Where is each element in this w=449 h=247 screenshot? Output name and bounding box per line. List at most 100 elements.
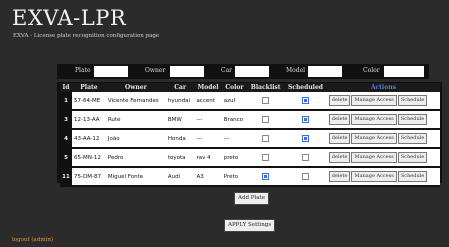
filter-color-input[interactable] — [384, 66, 424, 77]
column-header-car: Car — [165, 83, 195, 92]
row-car: BMW — [165, 110, 195, 130]
row-actions: delete Manage Access Schedule — [326, 92, 440, 111]
row-scheduled-cell — [284, 92, 327, 111]
column-header-model: Model — [194, 83, 222, 92]
filter-model-label: Model — [286, 67, 306, 74]
filter-model-input[interactable] — [308, 66, 342, 77]
scheduled-checkbox[interactable] — [301, 116, 309, 123]
row-color: --- — [221, 129, 248, 149]
app-title: EXVA-LPR — [12, 6, 127, 30]
filter-plate-input[interactable] — [94, 66, 128, 77]
column-header-color: Color — [221, 83, 248, 92]
column-header-plate: Plate — [72, 83, 106, 92]
row-id: 11 — [60, 167, 72, 187]
row-actions: delete Manage Access Schedule — [326, 167, 440, 187]
row-plate: 65-MN-12 — [72, 148, 106, 168]
row-scheduled-cell — [284, 148, 327, 168]
row-actions: delete Manage Access Schedule — [326, 129, 440, 149]
row-car: Audi — [165, 167, 195, 187]
blacklist-checkbox[interactable] — [262, 116, 270, 123]
column-header-actions: Actions — [326, 83, 440, 92]
schedule-button[interactable]: Schedule — [397, 95, 428, 106]
row-id: 5 — [60, 148, 72, 168]
row-blacklist-cell — [247, 148, 285, 168]
table-row: 4 43-AA-12 João Honda --- --- delete Manage Acc… — [60, 129, 440, 149]
column-header-owner: Owner — [105, 83, 166, 92]
row-color: azul — [221, 92, 248, 111]
manage-access-button[interactable]: Manage Access — [351, 133, 397, 144]
row-owner: João — [105, 129, 166, 149]
row-color: preto — [221, 148, 248, 168]
filter-car-label: Car — [221, 67, 233, 74]
scheduled-checkbox[interactable] — [301, 154, 309, 161]
column-header-id: Id — [60, 83, 72, 92]
blacklist-checkbox[interactable] — [262, 173, 270, 180]
row-scheduled-cell — [284, 110, 327, 130]
filter-plate-label: Plate — [75, 67, 91, 74]
row-blacklist-cell — [247, 167, 285, 187]
row-car: toyota — [165, 148, 195, 168]
filter-car-input[interactable] — [235, 66, 269, 77]
row-car: hyundai — [165, 92, 195, 111]
schedule-button[interactable]: Schedule — [397, 133, 428, 144]
column-header-scheduled: Scheduled — [284, 83, 327, 92]
apply-settings-button[interactable]: APPLY Settings — [224, 219, 276, 232]
plates-table-container: Id Plate Owner Car Model Color Blacklist… — [57, 82, 442, 187]
schedule-button[interactable]: Schedule — [397, 114, 428, 125]
filter-owner-input[interactable] — [170, 66, 204, 77]
delete-button[interactable]: delete — [328, 95, 351, 106]
delete-button[interactable]: delete — [328, 152, 351, 163]
row-actions: delete Manage Access Schedule — [326, 110, 440, 130]
row-blacklist-cell — [247, 110, 285, 130]
add-plate-button[interactable]: Add Plate — [234, 192, 269, 205]
table-row: 3 12-13-AA Rute BMW --- Branco delete Manage Ac… — [60, 110, 440, 130]
blacklist-checkbox[interactable] — [262, 97, 270, 104]
blacklist-checkbox[interactable] — [262, 135, 270, 142]
row-plate: 43-AA-12 — [72, 129, 106, 149]
row-color: Preto — [221, 167, 248, 187]
row-id: 3 — [60, 110, 72, 130]
app-subtitle: EXVA - License plate recognition configu… — [13, 33, 160, 39]
row-scheduled-cell — [284, 167, 327, 187]
logout-link[interactable]: logout (admin) — [12, 237, 53, 243]
row-blacklist-cell — [247, 129, 285, 149]
row-owner: Miguel Fonte — [105, 167, 166, 187]
manage-access-button[interactable]: Manage Access — [351, 114, 397, 125]
row-model: --- — [194, 129, 222, 149]
row-scheduled-cell — [284, 129, 327, 149]
row-model: A3 — [194, 167, 222, 187]
filter-color-label: Color — [363, 67, 380, 74]
manage-access-button[interactable]: Manage Access — [351, 171, 397, 182]
schedule-button[interactable]: Schedule — [397, 152, 428, 163]
row-id: 4 — [60, 129, 72, 149]
scheduled-checkbox[interactable] — [301, 97, 309, 104]
row-plate: 75-DM-87 — [72, 167, 106, 187]
scheduled-checkbox[interactable] — [301, 135, 309, 142]
row-owner: Vicente Fernandes — [105, 92, 166, 111]
row-car: Honda — [165, 129, 195, 149]
row-plate: 57-64-ME — [72, 92, 106, 111]
row-color: Branco — [221, 110, 248, 130]
row-owner: Pedro — [105, 148, 166, 168]
table-row: 1 57-64-ME Vicente Fernandes hyundai accent a… — [60, 92, 440, 111]
row-owner: Rute — [105, 110, 166, 130]
table-header-row: Id Plate Owner Car Model Color Blacklist… — [60, 83, 440, 92]
row-model: accent — [194, 92, 222, 111]
delete-button[interactable]: delete — [328, 171, 351, 182]
delete-button[interactable]: delete — [328, 114, 351, 125]
schedule-button[interactable]: Schedule — [397, 171, 428, 182]
row-model: --- — [194, 110, 222, 130]
row-blacklist-cell — [247, 92, 285, 111]
column-header-blacklist: Blacklist — [247, 83, 285, 92]
delete-button[interactable]: delete — [328, 133, 351, 144]
scheduled-checkbox[interactable] — [301, 173, 309, 180]
blacklist-checkbox[interactable] — [262, 154, 270, 161]
row-id: 1 — [60, 92, 72, 111]
manage-access-button[interactable]: Manage Access — [351, 95, 397, 106]
filter-owner-label: Owner — [145, 67, 166, 74]
plates-table: Id Plate Owner Car Model Color Blacklist… — [60, 83, 440, 187]
row-plate: 12-13-AA — [72, 110, 106, 130]
table-row: 5 65-MN-12 Pedro toyota rav 4 preto delete Mana… — [60, 148, 440, 168]
manage-access-button[interactable]: Manage Access — [351, 152, 397, 163]
filter-bar: Plate Owner Car Model Color — [57, 64, 429, 79]
